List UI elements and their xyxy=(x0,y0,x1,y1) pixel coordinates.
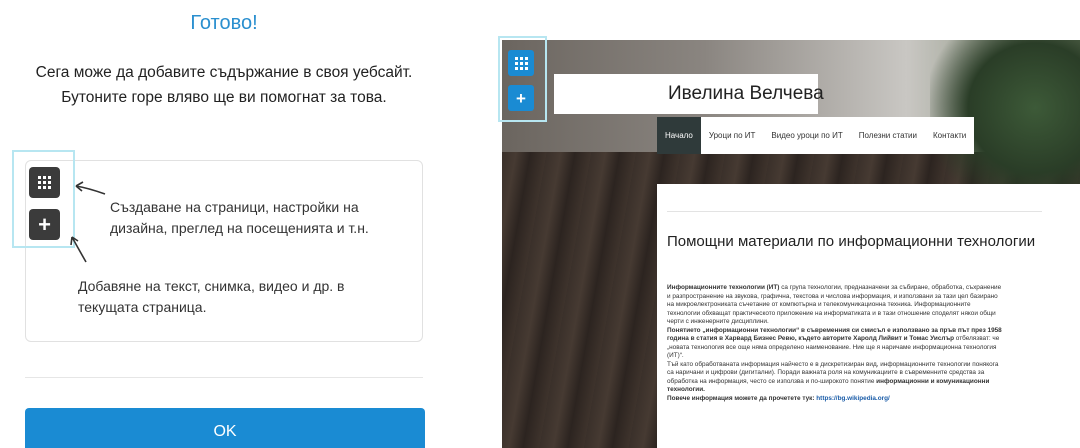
para3-bold-end: технологии. xyxy=(667,386,705,393)
nav-item-contacts[interactable]: Контакти xyxy=(925,117,974,154)
para2-line3: „новата технология все още няма определе… xyxy=(667,343,997,351)
para3-line1: Тъй като обработваната информация найчес… xyxy=(667,360,999,368)
para3-line3: обработка на информация, често се използ… xyxy=(667,378,1080,387)
content-divider xyxy=(667,211,1042,212)
site-title: Ивелина Велчева xyxy=(668,83,824,104)
para1-line1: Информационните технологии (ИТ) са група… xyxy=(667,284,1080,293)
more-info-label: Повече информация можете да прочетете ту… xyxy=(667,394,817,402)
ok-button[interactable]: OK xyxy=(25,408,425,448)
nav-item-home[interactable]: Начало xyxy=(657,117,701,154)
nav-item-it-lessons[interactable]: Уроци по ИТ xyxy=(701,117,764,154)
pages-button-description: Създаване на страници, настройки на диза… xyxy=(110,197,410,239)
para3-text: обработка на информация, често се използ… xyxy=(667,377,875,385)
wikipedia-link[interactable]: https://bg.wikipedia.org/ xyxy=(816,395,890,402)
para2-bold-a: Понятието „информационни технологии“ в с… xyxy=(667,326,1002,334)
para2-line1: Понятието „информационни технологии“ в с… xyxy=(667,327,1080,336)
para3-line2: са наричани и цифрови (дигитални). Порад… xyxy=(667,369,985,376)
para2-line2: година в статия в Харвард Бизнес Ревю, к… xyxy=(667,335,1080,344)
site-nav: Начало Уроци по ИТ Видео уроци по ИТ Пол… xyxy=(657,117,975,154)
preview-pages-menu-button[interactable] xyxy=(508,50,534,76)
content-title: Помощни материали по информационни техно… xyxy=(667,233,1036,250)
preview-add-content-button[interactable]: + xyxy=(508,85,534,111)
more-info-line: Повече информация можете да прочетете ту… xyxy=(667,395,1080,404)
desc-add-line-2: текущата страница. xyxy=(78,299,207,315)
para3-bold: информационни и комуникационни xyxy=(874,377,990,385)
grid-icon xyxy=(514,56,528,70)
content-body: Информационните технологии (ИТ) са група… xyxy=(667,284,1080,403)
desc-pages-line-1: Създаване на страници, настройки на xyxy=(110,199,359,215)
para2-tail: отбелязват: че xyxy=(954,335,1000,342)
plus-icon: + xyxy=(516,88,526,108)
para1-text: са група технологии, предназначени за съ… xyxy=(779,284,1002,291)
nav-item-articles[interactable]: Полезни статии xyxy=(851,117,925,154)
para1-line5: черти с инженерните дисциплини. xyxy=(667,318,769,325)
nav-item-video-lessons[interactable]: Видео уроци по ИТ xyxy=(763,117,850,154)
para1-line4: технологии обхващат практическото прилож… xyxy=(667,309,996,317)
para1-line2: и разпространение на звукова, графична, … xyxy=(667,292,998,300)
para2-bold-b: година в статия в Харвард Бизнес Ревю, к… xyxy=(667,335,955,342)
desc-pages-line-2: дизайна, преглед на посещенията и т.н. xyxy=(110,220,369,236)
dialog-divider xyxy=(25,377,423,378)
arrow-to-plus-icon xyxy=(71,236,87,263)
para1-line3: на микроелектрониката съчетание от компю… xyxy=(667,301,971,308)
para1-bold: Информационните технологии (ИТ) xyxy=(667,284,780,291)
para2-line4: (ИТ)“. xyxy=(667,352,684,359)
done-dialog: Готово! Сега може да добавите съдържание… xyxy=(0,0,448,448)
desc-add-line-1: Добавяне на текст, снимка, видео и др. в xyxy=(78,278,345,294)
para3-line4: технологии. xyxy=(667,386,1080,395)
add-button-description: Добавяне на текст, снимка, видео и др. в… xyxy=(78,276,408,318)
